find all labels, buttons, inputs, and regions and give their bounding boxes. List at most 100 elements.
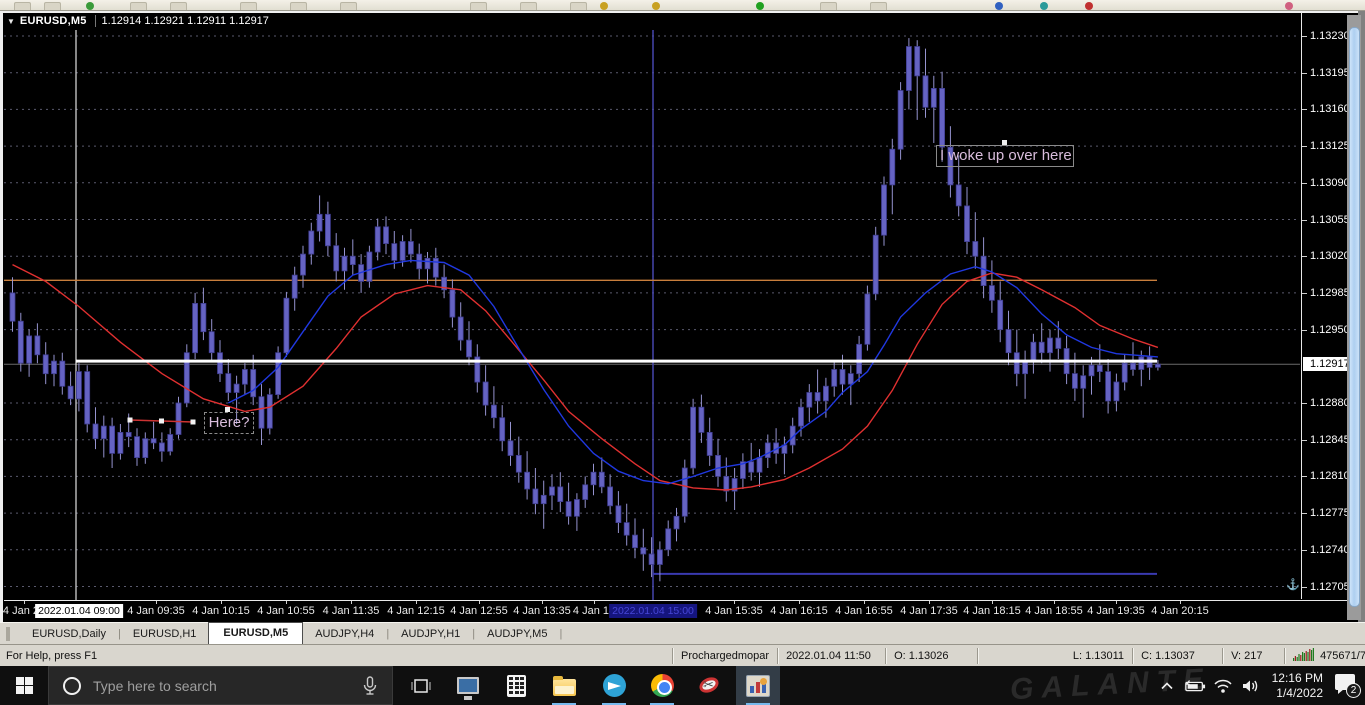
candle <box>51 360 57 375</box>
chrome-icon <box>650 674 674 697</box>
toolbar-button-icon[interactable] <box>570 2 587 10</box>
candle <box>1155 363 1161 368</box>
chart-tab-eurusd-h1[interactable]: EURUSD,H1 <box>121 625 209 644</box>
candle <box>972 241 979 257</box>
taskbar-app-file-explorer[interactable] <box>542 666 586 705</box>
toolbar-button-icon[interactable] <box>820 2 837 10</box>
toolbar-indicator-icon[interactable] <box>652 2 660 10</box>
chart-tab-audjpy-h1[interactable]: AUDJPY,H1 <box>389 625 472 644</box>
toolbar-button-icon[interactable] <box>290 2 307 10</box>
candle <box>59 360 66 387</box>
taskbar-app-metatrader[interactable] <box>736 666 780 705</box>
time-tick <box>479 601 480 604</box>
wifi-icon[interactable] <box>1212 675 1234 697</box>
taskbar-search-input[interactable]: Type here to search <box>48 666 393 705</box>
candle <box>241 369 248 385</box>
tray-chevron-up-icon[interactable] <box>1156 675 1178 697</box>
price-scale[interactable]: 1.13230 1.13195 1.13160 1.13125 1.13090 … <box>1302 13 1350 620</box>
price-tick <box>1302 550 1307 551</box>
toolbar-button-icon[interactable] <box>14 2 31 10</box>
time-tick <box>351 601 352 604</box>
network-traffic-icon <box>1293 647 1315 661</box>
toolbar-add-icon[interactable] <box>756 2 764 10</box>
price-tick <box>1302 36 1307 37</box>
status-low-price: L: 1.13011 <box>977 647 1132 664</box>
candle <box>76 371 82 400</box>
candle <box>715 454 721 477</box>
toolbar-button-icon[interactable] <box>870 2 887 10</box>
price-axis-label: 1.13195 <box>1310 67 1350 79</box>
taskbar-app-telegram[interactable] <box>592 666 636 705</box>
time-scale[interactable]: 4 Jan 20 4 Jan 09:35 4 Jan 10:15 4 Jan 1… <box>3 600 1347 622</box>
candle <box>955 184 962 207</box>
vertical-scrollbar[interactable] <box>1347 15 1361 620</box>
microphone-icon[interactable] <box>360 675 380 697</box>
toolbar-button-icon[interactable] <box>240 2 257 10</box>
toolbar-chart-icon[interactable] <box>995 2 1003 10</box>
chart-text-annotation[interactable]: I woke up over here <box>936 145 1074 167</box>
trendline-handle <box>159 418 164 424</box>
status-account: Prochargedmopar <box>672 647 777 664</box>
candle <box>109 425 115 454</box>
chart-plot-area[interactable]: Here? I woke up over here ⚓ <box>4 30 1300 600</box>
time-tick <box>1180 601 1181 604</box>
taskbar-clock[interactable]: 12:16 PM 1/4/2022 <box>1272 671 1323 701</box>
chart-title-symbol: EURUSD,M5 <box>19 15 87 27</box>
price-axis-label: 1.12845 <box>1310 434 1350 446</box>
chart-collapse-caret-icon[interactable]: ▼ <box>7 17 15 26</box>
price-tick <box>1302 476 1307 477</box>
candle <box>424 257 431 270</box>
task-view-button[interactable] <box>400 666 442 705</box>
candle <box>349 255 356 265</box>
chart-tab-eurusd-daily[interactable]: EURUSD,Daily <box>20 625 118 644</box>
scrollbar-thumb[interactable] <box>1348 27 1360 607</box>
chart-tab-audjpy-h4[interactable]: AUDJPY,H4 <box>303 625 386 644</box>
candle <box>1121 362 1128 383</box>
action-center-button[interactable]: 2 <box>1335 673 1361 698</box>
toolbar-button-icon[interactable] <box>340 2 357 10</box>
candle <box>26 335 33 364</box>
toolbar-button-icon[interactable] <box>520 2 537 10</box>
toolbar-cursor-icon[interactable] <box>1285 2 1293 10</box>
toolbar-button-icon[interactable] <box>44 2 61 10</box>
toolbar-new-order-icon[interactable] <box>86 2 94 10</box>
time-tick <box>992 601 993 604</box>
candle <box>42 354 49 375</box>
time-marker-white: 2022.01.04 09:00 <box>35 604 123 618</box>
toolbar-button-icon[interactable] <box>130 2 147 10</box>
chart-tab-eurusd-m5[interactable]: EURUSD,M5 <box>208 622 304 644</box>
taskbar-app-chrome[interactable] <box>640 666 684 705</box>
battery-icon[interactable] <box>1184 675 1206 697</box>
time-axis-label: 4 Jan 20:15 <box>1151 605 1209 617</box>
toolbar-button-icon[interactable] <box>470 2 487 10</box>
candle <box>1130 362 1136 370</box>
time-tick <box>864 601 865 604</box>
chart-text-annotation[interactable]: Here? <box>204 412 254 434</box>
taskbar-app-calculator[interactable] <box>494 666 538 705</box>
candle <box>34 335 41 356</box>
candle <box>906 46 912 91</box>
annotation-anchor-handle[interactable] <box>1002 140 1007 145</box>
price-tick <box>1302 109 1307 110</box>
annotation-anchor-handle[interactable] <box>225 407 230 412</box>
time-tick <box>542 601 543 604</box>
time-tick <box>929 601 930 604</box>
speaker-icon[interactable] <box>1240 675 1262 697</box>
tab-separator: | <box>559 628 563 640</box>
status-open-price: O: 1.13026 <box>885 647 977 664</box>
taskbar-app-snipping-tool[interactable]: ✂ <box>688 666 732 705</box>
time-tick <box>1054 601 1055 604</box>
chart-tab-audjpy-m5[interactable]: AUDJPY,M5 <box>475 625 559 644</box>
candle <box>748 461 755 473</box>
candle <box>200 302 207 333</box>
toolbar-button-icon[interactable] <box>170 2 187 10</box>
taskbar-app-display-app[interactable] <box>446 666 490 705</box>
candle <box>574 499 580 517</box>
toolbar-chart-icon[interactable] <box>1085 2 1093 10</box>
toolbar-chart-icon[interactable] <box>1040 2 1048 10</box>
start-button[interactable] <box>0 666 48 705</box>
toolbar-indicator-icon[interactable] <box>600 2 608 10</box>
price-tick <box>1302 440 1307 441</box>
candle <box>657 549 663 565</box>
tab-bar-grip-icon <box>6 627 10 641</box>
